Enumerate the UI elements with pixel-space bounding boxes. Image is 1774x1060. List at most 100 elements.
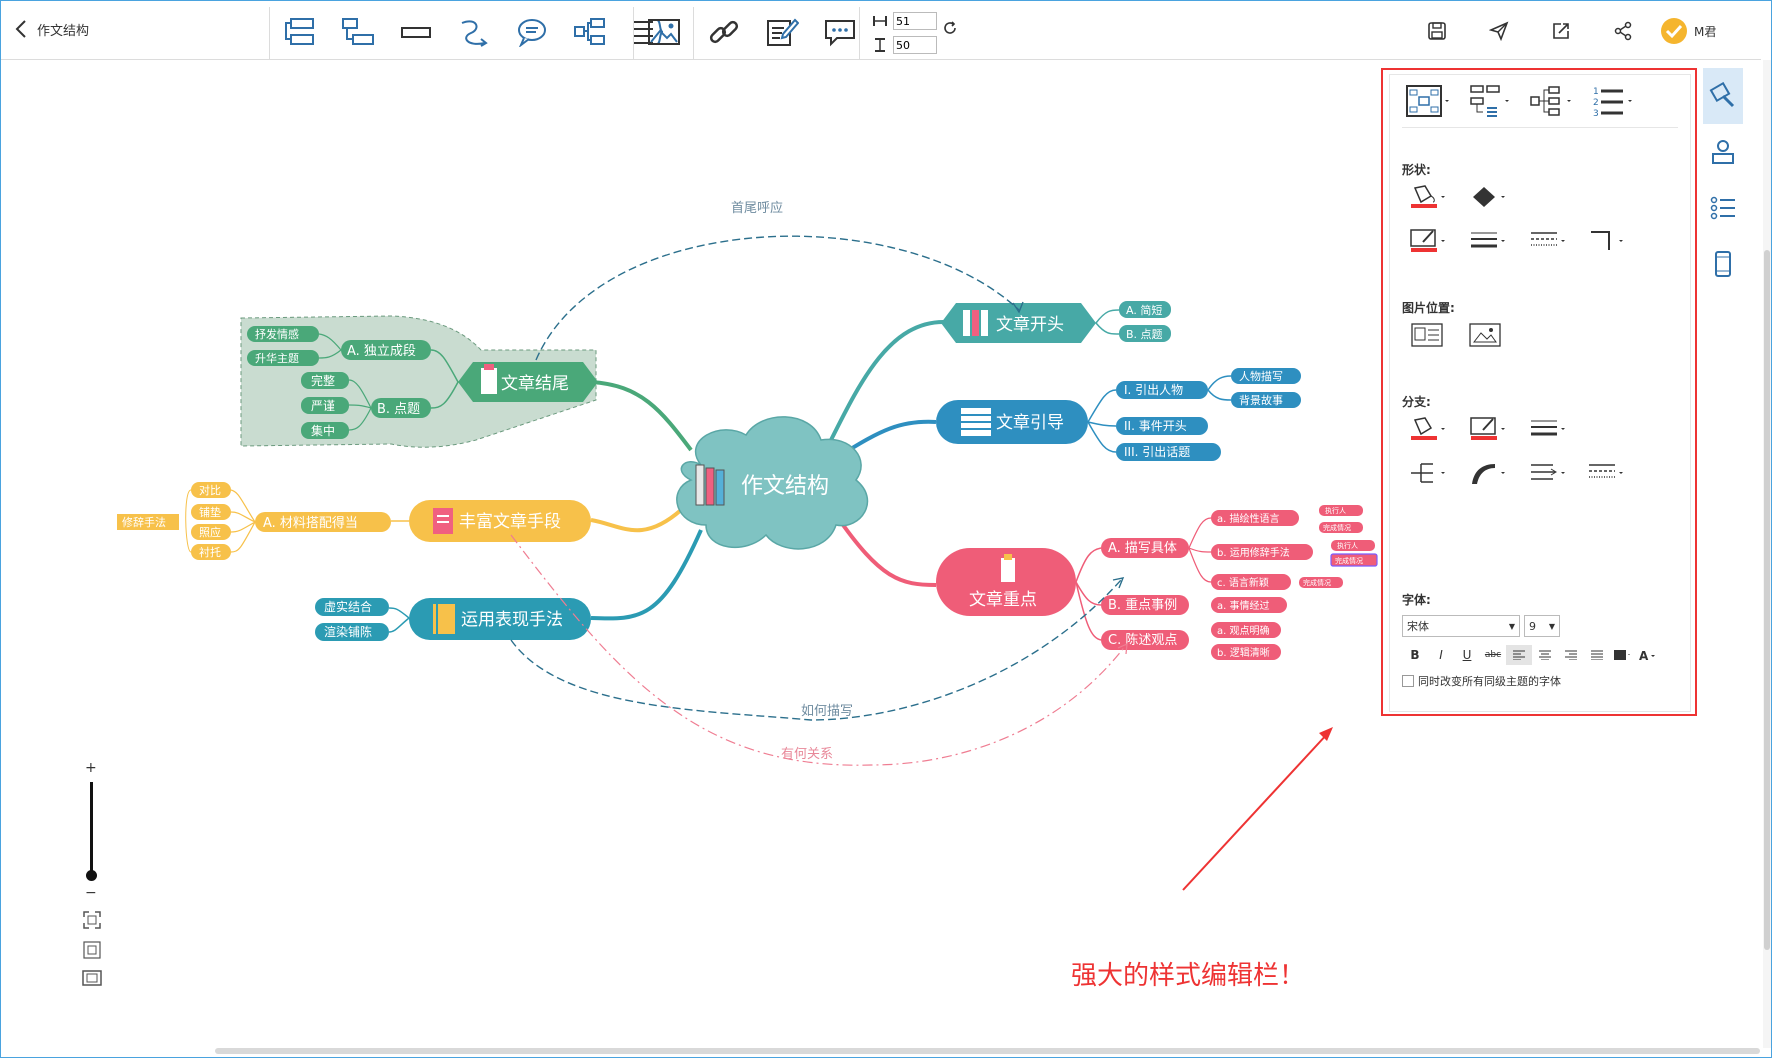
topic-focus[interactable]: 文章重点	[936, 548, 1076, 616]
zoom-slider-track[interactable]	[90, 782, 93, 878]
font-family-select[interactable]: 宋体 ▼	[1402, 615, 1520, 637]
detail-rich-2[interactable]: 铺垫	[191, 504, 231, 520]
text-color-bg-button[interactable]	[1610, 645, 1636, 665]
tiny-topic-2[interactable]: 完成情况	[1319, 522, 1363, 533]
relation-label-1[interactable]: 首尾呼应	[731, 200, 783, 216]
italic-button[interactable]: I	[1428, 645, 1454, 665]
border-dash-button[interactable]	[1524, 223, 1574, 259]
sibling-topic-button[interactable]	[271, 9, 329, 55]
detail-focus-c2[interactable]: b. 逻辑清晰	[1211, 644, 1281, 660]
refresh-button[interactable]	[943, 21, 957, 39]
border-width-button[interactable]	[1464, 223, 1514, 259]
shape-style-button[interactable]	[1464, 179, 1514, 215]
branch-width-button[interactable]	[1524, 411, 1574, 447]
detail-ending-a1[interactable]: 抒发情感	[247, 326, 319, 342]
tab-presentation[interactable]	[1703, 236, 1743, 292]
topic-express[interactable]: 运用表现手法	[409, 598, 591, 640]
topic-ending[interactable]: 文章结尾	[458, 362, 598, 402]
insert-image-button[interactable]	[635, 9, 693, 55]
border-color-button[interactable]	[1404, 223, 1454, 259]
detail-rich-4[interactable]: 衬托	[191, 544, 231, 560]
tab-style[interactable]	[1703, 68, 1743, 124]
branch-curve-button[interactable]	[1464, 455, 1514, 491]
tab-outline[interactable]	[1703, 180, 1743, 236]
structure-list-button[interactable]: 123	[1588, 83, 1638, 119]
subtopic-intro-sub-2[interactable]: 背景故事	[1231, 392, 1301, 408]
detail-ending-b3[interactable]: 集中	[301, 422, 349, 439]
tiny-topic-5[interactable]: 完成情况	[1299, 577, 1343, 588]
center-topic[interactable]: 作文结构	[676, 416, 869, 550]
user-menu[interactable]: M君	[1660, 17, 1716, 45]
subtopic-intro-1[interactable]: I. 引出人物	[1116, 381, 1208, 399]
subtopic-express-2[interactable]: 渲染铺陈	[315, 623, 389, 641]
subtopic-ending-a[interactable]: A. 独立成段	[341, 340, 431, 360]
detail-rich-3[interactable]: 照应	[191, 524, 231, 540]
floating-topic-button[interactable]	[387, 9, 445, 55]
fullscreen-icon[interactable]	[82, 968, 102, 988]
relation-label-3[interactable]: 有何关系	[781, 746, 833, 762]
horizontal-spacing-input[interactable]	[893, 12, 937, 30]
bold-button[interactable]: B	[1402, 645, 1428, 665]
subtopic-ending-b[interactable]: B. 点题	[371, 398, 431, 418]
subtopic-focus-c[interactable]: C. 陈述观点	[1101, 630, 1189, 650]
save-button[interactable]	[1406, 11, 1468, 51]
align-right-button[interactable]	[1558, 645, 1584, 665]
subtopic-intro-3[interactable]: III. 引出话题	[1116, 443, 1221, 461]
relationship-button[interactable]	[445, 9, 503, 55]
font-color-button[interactable]: A	[1636, 645, 1662, 665]
detail-focus-a3[interactable]: c. 语言新颖	[1211, 574, 1291, 590]
detail-ending-a2[interactable]: 升华主题	[247, 350, 319, 366]
branch-dash-button[interactable]	[1582, 455, 1632, 491]
share-button[interactable]	[1592, 11, 1654, 51]
horizontal-scrollbar[interactable]	[215, 1048, 1760, 1054]
align-center-button[interactable]	[1532, 645, 1558, 665]
detail-focus-b1[interactable]: a. 事情经过	[1211, 597, 1287, 613]
branch-line-color-button[interactable]	[1464, 411, 1514, 447]
zoom-out-button[interactable]: −	[85, 885, 97, 901]
tiny-topic-3[interactable]: 执行人	[1331, 540, 1375, 551]
detail-focus-a1[interactable]: a. 描绘性语言	[1211, 510, 1299, 526]
back-button[interactable]: 作文结构	[15, 19, 89, 39]
detail-rich-1[interactable]: 对比	[191, 482, 231, 498]
topic-rich[interactable]: 丰富文章手段	[409, 500, 591, 542]
fill-color-button[interactable]	[1404, 179, 1454, 215]
font-size-select[interactable]: 9 ▼	[1524, 615, 1560, 637]
export-button[interactable]	[1530, 11, 1592, 51]
subtopic-rich-a[interactable]: A. 材料搭配得当	[255, 512, 391, 532]
subtopic-focus-a[interactable]: A. 描写具体	[1101, 538, 1189, 558]
detail-ending-b2[interactable]: 严谨	[301, 397, 349, 414]
vertical-spacing-input[interactable]	[893, 36, 937, 54]
branch-arrow-button[interactable]	[1524, 455, 1574, 491]
insert-link-button[interactable]	[695, 9, 753, 55]
send-button[interactable]	[1468, 11, 1530, 51]
branch-connector-button[interactable]	[1404, 455, 1454, 491]
tiny-topic-1[interactable]: 执行人	[1319, 505, 1363, 516]
subtopic-opening-b[interactable]: B. 点题	[1119, 325, 1171, 342]
relation-label-2[interactable]: 如何描写	[801, 703, 853, 719]
sync-font-checkbox[interactable]	[1402, 675, 1414, 687]
subtopic-intro-2[interactable]: II. 事件开头	[1116, 417, 1208, 435]
rich-summary-label[interactable]: 修辞手法	[117, 514, 179, 530]
subtopic-focus-b[interactable]: B. 重点事例	[1101, 595, 1189, 615]
callout-button[interactable]	[503, 9, 561, 55]
branch-color-button[interactable]	[1404, 411, 1454, 447]
topic-intro[interactable]: 文章引导	[936, 400, 1088, 444]
zoom-slider-handle[interactable]	[86, 870, 97, 881]
insert-note-button[interactable]	[753, 9, 811, 55]
structure-mindmap-button[interactable]	[1402, 83, 1452, 119]
structure-tree-button[interactable]	[1526, 83, 1576, 119]
tab-icons[interactable]	[1703, 124, 1743, 180]
tiny-topic-4[interactable]: 完成情况	[1330, 553, 1378, 567]
detail-ending-b1[interactable]: 完整	[301, 372, 349, 389]
underline-button[interactable]: U	[1454, 645, 1480, 665]
structure-org-button[interactable]	[1464, 83, 1514, 119]
zoom-in-button[interactable]: +	[85, 760, 97, 776]
justify-button[interactable]	[1584, 645, 1610, 665]
image-left-button[interactable]	[1402, 317, 1452, 353]
summary-button[interactable]	[561, 9, 619, 55]
vertical-scrollbar[interactable]	[1764, 250, 1770, 950]
corner-style-button[interactable]	[1582, 223, 1632, 259]
detail-focus-a2[interactable]: b. 运用修辞手法	[1211, 544, 1313, 560]
child-topic-button[interactable]	[329, 9, 387, 55]
subtopic-intro-sub-1[interactable]: 人物描写	[1231, 368, 1301, 384]
